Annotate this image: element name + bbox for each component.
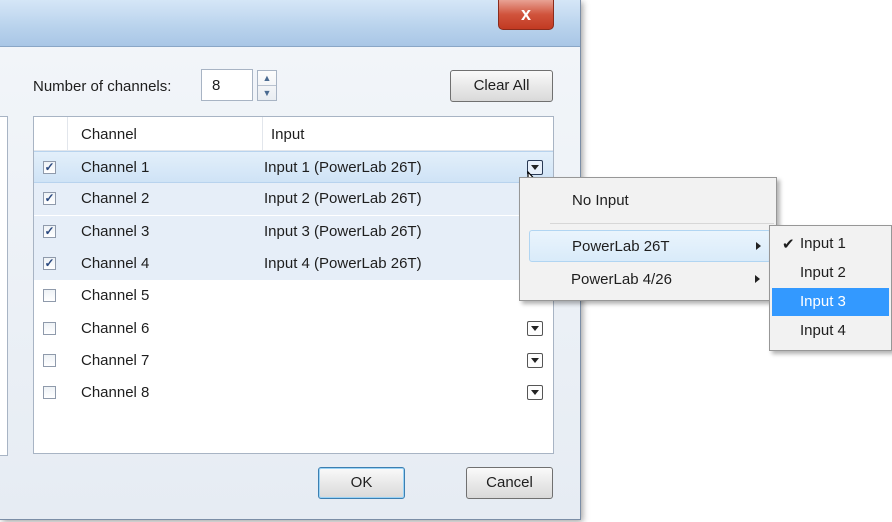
channel-name: Channel 5 xyxy=(81,287,150,305)
title-bar: x xyxy=(0,0,580,47)
submenu-item-input-2[interactable]: Input 2 xyxy=(772,259,889,287)
table-row[interactable]: ✓ Channel 4 Input 4 (PowerLab 26T) xyxy=(34,247,553,280)
header-divider xyxy=(67,117,68,150)
submenu-item-label: Input 1 xyxy=(800,235,846,252)
submenu-item-label: Input 2 xyxy=(800,264,846,281)
table-row[interactable]: Channel 5 xyxy=(34,280,553,312)
menu-item-powerlab-4-26[interactable]: PowerLab 4/26 xyxy=(529,264,771,296)
menu-item-label: PowerLab 26T xyxy=(572,238,670,255)
powerlab-input-submenu: ✔ Input 1 Input 2 Input 3 Input 4 xyxy=(769,225,892,351)
channel-input-value: Input 4 (PowerLab 26T) xyxy=(264,254,422,272)
table-row[interactable]: Channel 7 xyxy=(34,345,553,377)
channel-input-value: Input 3 (PowerLab 26T) xyxy=(264,222,422,240)
channel-name: Channel 6 xyxy=(81,319,150,337)
channel-checkbox[interactable]: ✓ xyxy=(43,161,56,174)
menu-separator xyxy=(550,223,774,224)
channel-checkbox[interactable]: ✓ xyxy=(43,192,56,206)
channel-name: Channel 1 xyxy=(81,159,150,176)
menu-item-powerlab-26t[interactable]: PowerLab 26T xyxy=(529,230,771,262)
spin-down-icon[interactable]: ▼ xyxy=(258,86,276,100)
input-context-menu: No Input PowerLab 26T PowerLab 4/26 xyxy=(519,177,777,301)
submenu-item-input-3[interactable]: Input 3 xyxy=(772,288,889,316)
header-channel[interactable]: Channel xyxy=(81,126,137,143)
channel-name: Channel 4 xyxy=(81,254,150,272)
input-dropdown-button[interactable] xyxy=(527,352,543,368)
channel-checkbox[interactable] xyxy=(43,353,56,367)
ok-button[interactable]: OK xyxy=(318,467,405,499)
grid-header: Channel Input xyxy=(34,117,553,151)
header-input[interactable]: Input xyxy=(271,126,304,143)
channel-name: Channel 2 xyxy=(81,190,150,208)
channel-input-value: Input 1 (PowerLab 26T) xyxy=(264,159,422,176)
submenu-arrow-icon xyxy=(756,242,761,250)
channel-input-value: Input 2 (PowerLab 26T) xyxy=(264,190,422,208)
spin-up-icon[interactable]: ▲ xyxy=(258,71,276,86)
submenu-arrow-icon xyxy=(755,275,760,283)
channel-checkbox[interactable] xyxy=(43,386,56,400)
channel-name: Channel 7 xyxy=(81,351,150,369)
table-row[interactable]: Channel 6 xyxy=(34,313,553,345)
submenu-item-input-1[interactable]: ✔ Input 1 xyxy=(772,230,889,258)
channel-checkbox[interactable]: ✓ xyxy=(43,256,56,270)
channel-grid: Channel Input ✓ Channel 1 Input 1 (PowerLa… xyxy=(33,116,554,454)
input-dropdown-button[interactable] xyxy=(527,385,543,401)
left-panel-edge xyxy=(0,116,8,456)
table-row[interactable]: ✓ Channel 1 Input 1 (PowerLab 26T) xyxy=(34,151,553,183)
submenu-item-input-4[interactable]: Input 4 xyxy=(772,317,889,345)
table-row[interactable]: ✓ Channel 2 Input 2 (PowerLab 26T) xyxy=(34,183,553,216)
close-button[interactable]: x xyxy=(498,0,554,30)
clear-all-button[interactable]: Clear All xyxy=(450,70,553,102)
menu-item-label: PowerLab 4/26 xyxy=(571,271,672,288)
cancel-button[interactable]: Cancel xyxy=(466,467,553,499)
channel-checkbox[interactable] xyxy=(43,289,56,303)
channels-count-input[interactable]: 8 xyxy=(201,69,253,101)
channel-checkbox[interactable]: ✓ xyxy=(43,224,56,238)
channel-checkbox[interactable] xyxy=(43,321,56,335)
channel-name: Channel 3 xyxy=(81,222,150,240)
header-divider xyxy=(262,117,263,150)
channels-spinner[interactable]: ▲ ▼ xyxy=(257,70,277,101)
table-row[interactable]: Channel 8 xyxy=(34,377,553,409)
channel-name: Channel 8 xyxy=(81,384,150,402)
submenu-item-label: Input 4 xyxy=(800,322,846,339)
channels-label: Number of channels: xyxy=(33,78,172,95)
channel-input-dialog: x Number of channels: 8 ▲ ▼ Clear All Ch… xyxy=(0,0,581,520)
menu-item-no-input[interactable]: No Input xyxy=(572,192,629,209)
submenu-item-label: Input 3 xyxy=(800,293,846,310)
input-dropdown-button[interactable] xyxy=(527,320,543,336)
table-row[interactable]: ✓ Channel 3 Input 3 (PowerLab 26T) xyxy=(34,215,553,248)
checkmark-icon: ✔ xyxy=(782,236,795,253)
